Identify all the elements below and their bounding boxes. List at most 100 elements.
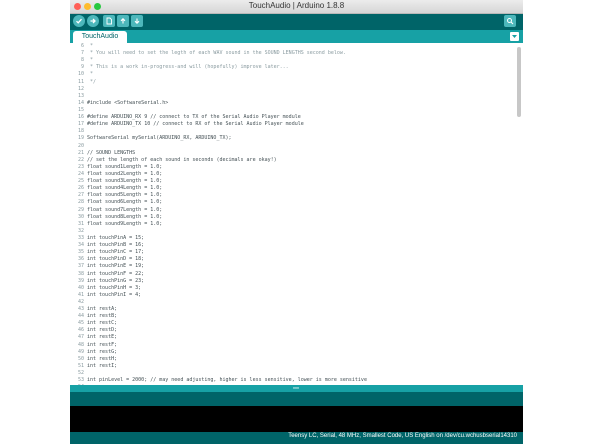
line-number: 38 [77, 270, 84, 277]
line-number: 35 [77, 249, 84, 256]
code-line[interactable]: 38 int touchPinF = 22; [73, 271, 503, 278]
code-line[interactable]: 48 int restF; [73, 342, 503, 349]
console-output[interactable] [70, 406, 523, 432]
line-number: 9 [80, 64, 84, 71]
code-line[interactable]: 17 #define ARDUINO_TX 10 // connect to RX… [73, 121, 503, 128]
tab-menu-button[interactable] [510, 32, 519, 41]
code-line[interactable]: 20 [73, 143, 503, 150]
code-line[interactable]: 32 [73, 228, 503, 235]
code-line[interactable]: 28 float sound6Length = 1.0; [73, 199, 503, 206]
code-line[interactable]: 30 float sound8Length = 1.0; [73, 214, 503, 221]
tab-touchaudio[interactable]: TouchAudio [73, 31, 127, 43]
code-line[interactable]: 15 [73, 107, 503, 114]
ide-window: TouchAudio | Arduino 1.8.8 TouchAudio 6 … [70, 0, 523, 444]
code-line[interactable]: 19 SoftwareSerial mySerial(ARDUINO_RX, AR… [73, 135, 503, 142]
code-text: int touchPinA = 15; [87, 234, 145, 241]
message-bar [70, 392, 523, 406]
code-text: float sound8Length = 1.0; [87, 213, 163, 220]
code-line[interactable]: 41 int touchPinI = 4; [73, 292, 503, 299]
new-sketch-button[interactable] [103, 15, 115, 27]
line-number: 50 [77, 355, 84, 362]
code-line[interactable]: 45 int restC; [73, 320, 503, 327]
line-number: 48 [77, 341, 84, 348]
code-line[interactable]: 7 * You will need to set the legth of ea… [73, 50, 503, 57]
open-sketch-button[interactable] [117, 15, 129, 27]
code-text: int touchPinD = 18; [87, 256, 145, 263]
line-number: 19 [77, 135, 84, 142]
tab-bar: TouchAudio [70, 30, 523, 43]
code-editor[interactable]: 6 * 7 * You will need to set the legth of… [70, 43, 523, 385]
code-line[interactable]: 16 #define ARDUINO_RX 9 // connect to TX … [73, 114, 503, 121]
vertical-scrollbar[interactable] [517, 47, 521, 117]
code-line[interactable]: 50 int restH; [73, 356, 503, 363]
line-number: 27 [77, 192, 84, 199]
code-line[interactable]: 51 int restI; [73, 363, 503, 370]
code-line[interactable]: 26 float sound4Length = 1.0; [73, 185, 503, 192]
console-splitter[interactable] [70, 385, 523, 392]
code-text: int touchPinF = 22; [87, 270, 145, 277]
line-number: 33 [77, 234, 84, 241]
serial-monitor-button[interactable] [504, 15, 516, 27]
code-line[interactable]: 42 [73, 299, 503, 306]
code-line[interactable]: 22// set the length of each sound in sec… [73, 157, 503, 164]
code-line[interactable]: 47 int restE; [73, 334, 503, 341]
code-line[interactable]: 8 * [73, 57, 503, 64]
save-sketch-button[interactable] [131, 15, 143, 27]
code-line[interactable]: 43 int restA; [73, 306, 503, 313]
code-line[interactable]: 49 int restG; [73, 349, 503, 356]
code-line[interactable]: 46 int restD; [73, 327, 503, 334]
line-number: 23 [77, 163, 84, 170]
code-line[interactable]: 9 * This is a work in-progress-and will … [73, 64, 503, 71]
code-line[interactable]: 25 float sound3Length = 1.0; [73, 178, 503, 185]
code-line[interactable]: 13 [73, 93, 503, 100]
code-line[interactable]: 14 #include <SoftwareSerial.h> [73, 100, 503, 107]
new-icon [106, 17, 112, 25]
code-line[interactable]: 12 [73, 86, 503, 93]
line-number: 40 [77, 284, 84, 291]
code-line[interactable]: 35 int touchPinC = 17; [73, 249, 503, 256]
code-line[interactable]: 40 int touchPinH = 3; [73, 285, 503, 292]
code-line[interactable]: 36 int touchPinD = 18; [73, 256, 503, 263]
code-text: float sound6Length = 1.0; [87, 199, 163, 206]
code-area[interactable]: 6 * 7 * You will need to set the legth of… [73, 43, 503, 385]
line-number: 32 [77, 227, 84, 234]
line-number: 45 [77, 320, 84, 327]
code-line[interactable]: 52 [73, 370, 503, 377]
code-text: float sound9Length = 1.0; [87, 220, 163, 227]
code-line[interactable]: 34 int touchPinB = 16; [73, 242, 503, 249]
code-line[interactable]: 31 float sound9Length = 1.0; [73, 221, 503, 228]
code-line[interactable]: 18 [73, 128, 503, 135]
code-line[interactable]: 10 * [73, 71, 503, 78]
code-line[interactable]: 44 int restB; [73, 313, 503, 320]
line-number: 6 [80, 43, 84, 49]
line-number: 21 [77, 149, 84, 156]
code-line[interactable]: 53 int pinLevel = 2000; // may need adjus… [73, 377, 503, 384]
code-line[interactable]: 21// SOUND LENGTHS [73, 150, 503, 157]
code-line[interactable]: 29 float sound7Length = 1.0; [73, 207, 503, 214]
line-number: 24 [77, 170, 84, 177]
code-text: float sound4Length = 1.0; [87, 185, 163, 192]
line-number: 13 [77, 92, 84, 99]
code-line[interactable]: 24 float sound2Length = 1.0; [73, 171, 503, 178]
upload-button[interactable] [87, 15, 99, 27]
code-line[interactable]: 39 int touchPinG = 23; [73, 278, 503, 285]
line-number: 43 [77, 306, 84, 313]
status-bar: Teensy LC, Serial, 48 MHz, Smallest Code… [70, 432, 523, 444]
verify-button[interactable] [73, 15, 85, 27]
line-number: 47 [77, 334, 84, 341]
code-line[interactable]: 11 */ [73, 79, 503, 86]
code-text: int touchPinE = 19; [87, 263, 145, 270]
code-line[interactable]: 27 float sound5Length = 1.0; [73, 192, 503, 199]
code-line[interactable]: 33 int touchPinA = 15; [73, 235, 503, 242]
code-line[interactable]: 23 float sound1Length = 1.0; [73, 164, 503, 171]
code-text: float sound7Length = 1.0; [87, 206, 163, 213]
line-number: 7 [80, 50, 84, 57]
code-line[interactable]: 6 * [73, 43, 503, 50]
code-line[interactable]: 37 int touchPinE = 19; [73, 263, 503, 270]
line-number: 49 [77, 348, 84, 355]
code-text: int restG; [87, 348, 118, 355]
code-text: int restI; [87, 362, 118, 369]
code-text: int touchPinB = 16; [87, 242, 145, 249]
line-number: 16 [77, 114, 84, 121]
code-text: // SOUND LENGTHS [87, 149, 136, 156]
